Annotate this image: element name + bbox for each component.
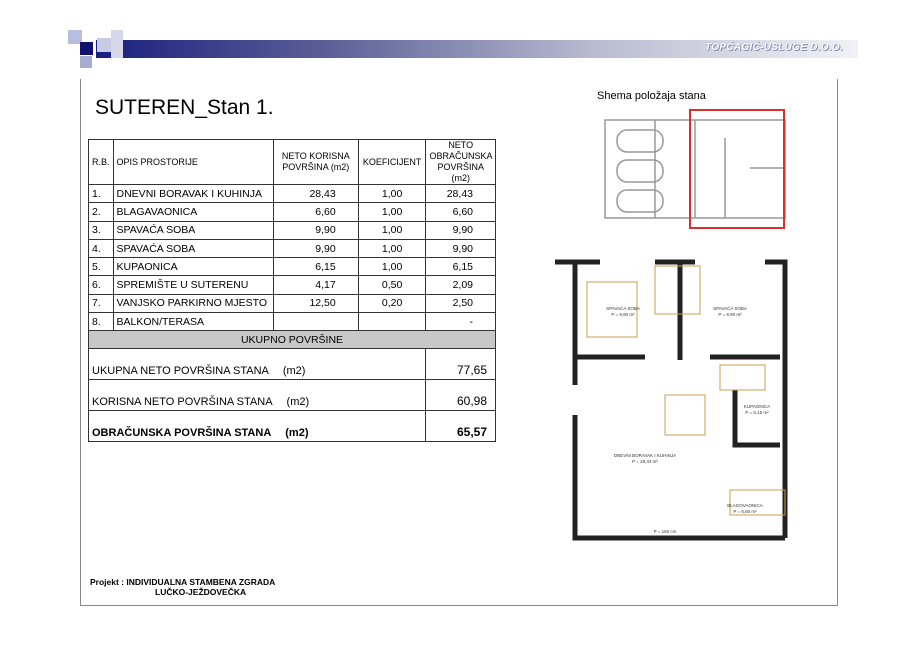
company-logo: TOPĆAGIĆ-USLUGE D.O.O. bbox=[705, 42, 844, 53]
decor-square bbox=[97, 38, 111, 52]
room-name: SPREMIŠTE U SUTERENU bbox=[112, 275, 274, 295]
summary-unit: (m2) bbox=[285, 427, 309, 440]
summary-label: KORISNA NETO POVRŠINA STANA bbox=[92, 396, 273, 409]
summary-label: UKUPNA NETO POVRŠINA STANA bbox=[92, 365, 269, 378]
project-line2: LUČKO-JEŽDOVEČKA bbox=[155, 587, 247, 597]
row-number: 3. bbox=[88, 220, 114, 240]
table-row: 2. BLAGAVAONICA 6,60 1,00 6,60 bbox=[88, 202, 496, 222]
coefficient bbox=[357, 312, 427, 332]
neto-area: 6,15 bbox=[272, 257, 359, 277]
room-name: BALKON/TERASA bbox=[112, 312, 274, 332]
room-name: SPAVAĆA SOBA bbox=[112, 220, 274, 240]
calculated-area: 9,90 bbox=[425, 220, 496, 240]
summary-value: 65,57 bbox=[425, 410, 496, 443]
row-number: 1. bbox=[88, 183, 114, 204]
room-name: KUPAONICA bbox=[112, 257, 274, 277]
calculated-area: 2,09 bbox=[425, 275, 496, 295]
row-number: 6. bbox=[88, 275, 114, 295]
summary-label: OBRAČUNSKA POVRŠINA STANA bbox=[92, 427, 272, 440]
calculated-area: 28,43 bbox=[425, 183, 496, 204]
neto-area bbox=[272, 312, 359, 332]
table-row: 7. VANJSKO PARKIRNO MJESTO 12,50 0,20 2,50 bbox=[88, 293, 496, 314]
room-area: P = 6,15 m² bbox=[745, 410, 769, 415]
header-opis: OPIS PROSTORIJE bbox=[112, 139, 274, 185]
neto-area: 6,60 bbox=[272, 202, 359, 222]
neto-area: 9,90 bbox=[272, 220, 359, 240]
header-koef: KOEFICIJENT bbox=[357, 139, 427, 185]
row-number: 7. bbox=[88, 293, 114, 314]
coefficient: 1,00 bbox=[357, 257, 427, 277]
calculated-area: 6,60 bbox=[425, 202, 496, 222]
room-label: KUPAONICA bbox=[744, 404, 770, 409]
window-label: P = 160 cm bbox=[654, 529, 677, 534]
table-header-row: R.B. OPIS PROSTORIJE NETO KORISNA POVRŠI… bbox=[88, 139, 496, 185]
decor-square bbox=[80, 56, 92, 68]
room-area: P = 9,90 m² bbox=[611, 312, 635, 317]
building-schema bbox=[604, 109, 786, 229]
room-label: P = 9,90 m² bbox=[718, 312, 742, 317]
coefficient: 0,50 bbox=[357, 275, 427, 295]
neto-area: 12,50 bbox=[272, 293, 359, 314]
decor-square bbox=[111, 30, 123, 58]
coefficient: 1,00 bbox=[357, 220, 427, 240]
page-title: SUTEREN_Stan 1. bbox=[95, 96, 274, 119]
room-area: P = 6,60 m² bbox=[733, 509, 757, 514]
room-area: P = 28,43 m² bbox=[632, 459, 658, 464]
coefficient: 0,20 bbox=[357, 293, 427, 314]
row-number: 4. bbox=[88, 238, 114, 259]
neto-area: 4,17 bbox=[272, 275, 359, 295]
project-line1: Projekt : INDIVIDUALNA STAMBENA ZGRADA bbox=[90, 577, 276, 587]
room-name: SPAVAĆA SOBA bbox=[112, 238, 274, 259]
total-heading: UKUPNO POVRŠINE bbox=[88, 330, 496, 350]
table-row: 5. KUPAONICA 6,15 1,00 6,15 bbox=[88, 257, 496, 277]
coefficient: 1,00 bbox=[357, 238, 427, 259]
header-neto: NETO KORISNA POVRŠINA (m2) bbox=[272, 139, 359, 185]
table-row: 3. SPAVAĆA SOBA 9,90 1,00 9,90 bbox=[88, 220, 496, 240]
header-obracunska: NETO OBRAČUNSKA POVRŠINA (m2) bbox=[425, 139, 496, 185]
row-number: 2. bbox=[88, 202, 114, 222]
coefficient: 1,00 bbox=[357, 183, 427, 204]
table-row: 4. SPAVAĆA SOBA 9,90 1,00 9,90 bbox=[88, 238, 496, 259]
room-label: SPAVAĆA SOBA bbox=[713, 305, 747, 311]
table-row: 8. BALKON/TERASA - bbox=[88, 312, 496, 332]
room-name: BLAGAVAONICA bbox=[112, 202, 274, 222]
apartment-highlight bbox=[689, 109, 785, 229]
calculated-area: 9,90 bbox=[425, 238, 496, 259]
table-row: 6. SPREMIŠTE U SUTERENU 4,17 0,50 2,09 bbox=[88, 275, 496, 295]
calculated-area: 6,15 bbox=[425, 257, 496, 277]
summary-unit: (m2) bbox=[286, 396, 310, 409]
total-heading-row: UKUPNO POVRŠINE bbox=[88, 330, 496, 350]
neto-area: 9,90 bbox=[272, 238, 359, 259]
coefficient: 1,00 bbox=[357, 202, 427, 222]
summary-value: 60,98 bbox=[425, 379, 496, 412]
header-rb: R.B. bbox=[88, 139, 114, 185]
summary-row: OBRAČUNSKA POVRŠINA STANA (m2) 65,57 bbox=[87, 410, 496, 443]
row-number: 5. bbox=[88, 257, 114, 277]
decor-square bbox=[80, 42, 93, 55]
table-row: 1. DNEVNI BORAVAK I KUHINJA 28,43 1,00 28,43 bbox=[88, 183, 496, 204]
schema-title: Shema položaja stana bbox=[597, 90, 706, 102]
room-label: DNEVNI BORAVAK I KUHINJA bbox=[614, 453, 676, 458]
summary-row: KORISNA NETO POVRŠINA STANA (m2) 60,98 bbox=[87, 379, 496, 412]
summary-value: 77,65 bbox=[425, 348, 496, 381]
floor-plan: SPAVAĆA SOBA P = 9,90 m² SPAVAĆA SOBA P … bbox=[555, 259, 788, 541]
room-name: VANJSKO PARKIRNO MJESTO bbox=[112, 293, 274, 314]
room-name: DNEVNI BORAVAK I KUHINJA bbox=[112, 183, 274, 204]
room-label: SPAVAĆA SOBA bbox=[606, 305, 640, 311]
calculated-area: - bbox=[425, 312, 496, 332]
summary-unit: (m2) bbox=[282, 365, 306, 378]
summary-row: UKUPNA NETO POVRŠINA STANA (m2) 77,65 bbox=[87, 348, 496, 381]
neto-area: 28,43 bbox=[272, 183, 359, 204]
project-info: Projekt : INDIVIDUALNA STAMBENA ZGRADA L… bbox=[90, 577, 275, 597]
room-label: BLAGOVAONICA bbox=[727, 503, 762, 508]
calculated-area: 2,50 bbox=[425, 293, 496, 314]
row-number: 8. bbox=[88, 312, 114, 332]
area-table: R.B. OPIS PROSTORIJE NETO KORISNA POVRŠI… bbox=[87, 139, 496, 443]
